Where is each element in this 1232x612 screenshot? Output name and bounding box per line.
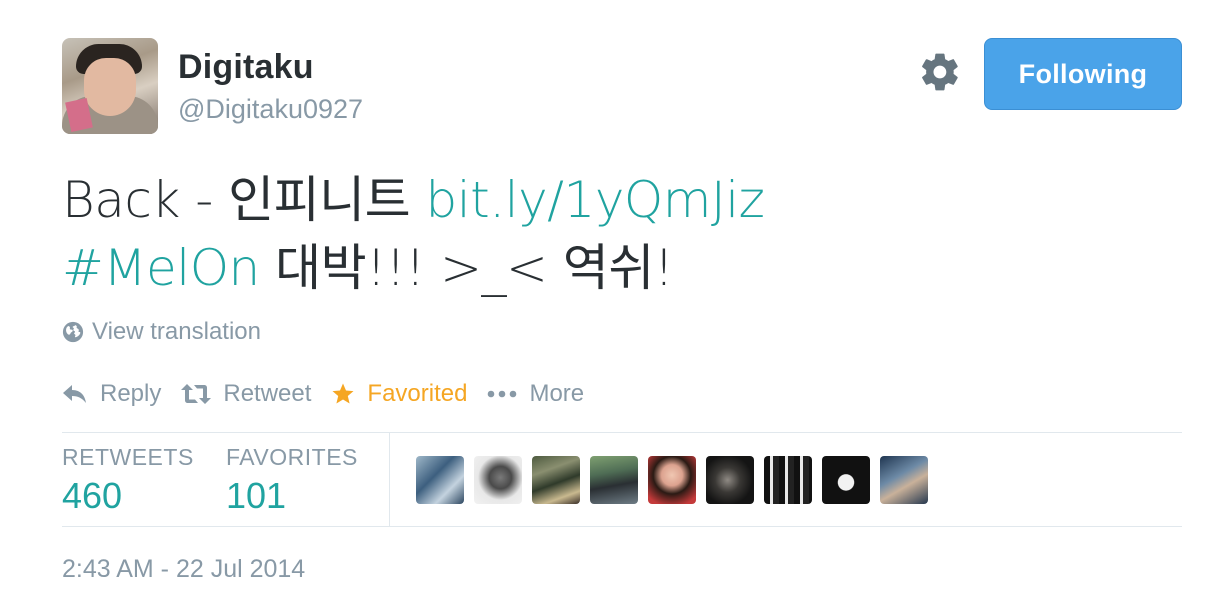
tweet-text: Back - 인피니트 bit.ly/1yQmJiz #MelOn 대박!!! … [62, 166, 1182, 302]
retweets-count: 460 [62, 475, 123, 516]
tweet-link[interactable]: bit.ly/1yQmJiz [426, 171, 765, 229]
user-avatar-icon[interactable] [822, 456, 870, 504]
favorites-count: 101 [226, 475, 287, 516]
more-button[interactable]: More [487, 380, 584, 408]
favoriters-list [416, 456, 938, 504]
gear-icon[interactable] [918, 50, 962, 94]
favorites-label: FAVORITES [226, 444, 358, 470]
user-handle[interactable]: @Digitaku0927 [178, 94, 363, 125]
favorite-label: Favorited [367, 380, 468, 407]
user-avatar-icon[interactable] [706, 456, 754, 504]
user-avatar-icon[interactable] [880, 456, 928, 504]
retweet-label: Retweet [223, 380, 312, 407]
retweets-stat[interactable]: RETWEETS 460 [62, 444, 194, 517]
divider [62, 432, 1182, 433]
tweet-text-part: 대박!!! >_< 역쉬! [259, 239, 674, 297]
view-translation-link[interactable]: View translation [62, 318, 261, 346]
divider [389, 433, 390, 526]
view-translation-label: View translation [92, 318, 261, 345]
retweet-icon [181, 384, 212, 404]
avatar[interactable] [62, 38, 158, 134]
user-avatar-icon[interactable] [764, 456, 812, 504]
retweets-label: RETWEETS [62, 444, 194, 470]
user-name[interactable]: Digitaku [178, 48, 314, 87]
star-icon [332, 383, 354, 404]
following-button[interactable]: Following [984, 38, 1182, 110]
tweet-timestamp[interactable]: 2:43 AM - 22 Jul 2014 [62, 555, 305, 584]
divider [62, 526, 1182, 527]
retweet-button[interactable]: Retweet [181, 380, 311, 408]
tweet-text-part: Back - 인피니트 [62, 171, 426, 229]
user-avatar-icon[interactable] [474, 456, 522, 504]
globe-icon [62, 321, 84, 343]
user-avatar-icon[interactable] [648, 456, 696, 504]
favorite-button[interactable]: Favorited [331, 380, 467, 408]
tweet-card: Digitaku @Digitaku0927 Following Back - … [0, 0, 1232, 612]
more-dots-icon [488, 390, 517, 398]
reply-button[interactable]: Reply [62, 380, 161, 408]
user-avatar-icon[interactable] [416, 456, 464, 504]
tweet-actions: Reply Retweet Favorited More [62, 378, 604, 410]
more-label: More [529, 380, 585, 407]
reply-label: Reply [100, 380, 162, 407]
user-avatar-icon[interactable] [590, 456, 638, 504]
favorites-stat[interactable]: FAVORITES 101 [226, 444, 358, 517]
hashtag-link[interactable]: #MelOn [62, 239, 260, 297]
reply-icon [63, 385, 86, 403]
user-avatar-icon[interactable] [532, 456, 580, 504]
